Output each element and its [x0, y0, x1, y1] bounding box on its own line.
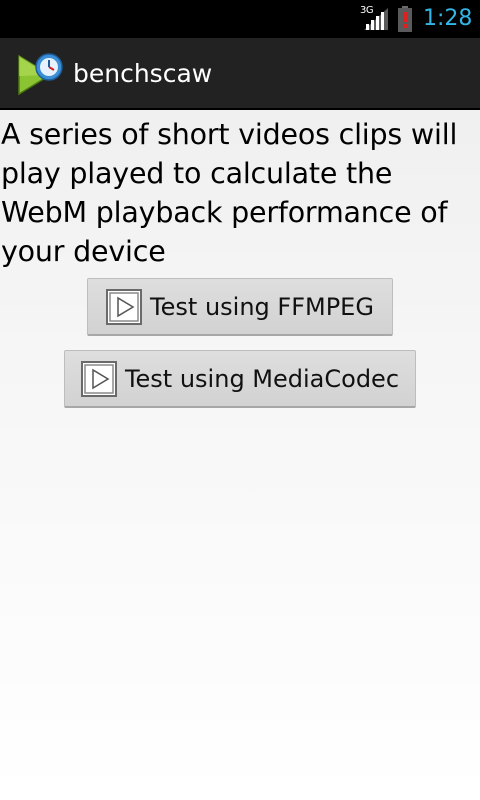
- action-bar: benchscaw: [0, 38, 480, 110]
- play-icon: [106, 288, 143, 325]
- description-text: A series of short videos clips will play…: [1, 118, 458, 268]
- app-title: benchscaw: [73, 59, 213, 88]
- test-ffmpeg-button[interactable]: Test using FFMPEG: [87, 278, 393, 336]
- signal-icon: [364, 8, 388, 30]
- app-play-icon[interactable]: [16, 50, 66, 98]
- play-icon: [80, 360, 117, 397]
- test-mediacodec-button-label: Test using MediaCodec: [124, 364, 400, 393]
- battery-alert-icon: [398, 6, 412, 32]
- test-mediacodec-button[interactable]: Test using MediaCodec: [64, 350, 416, 408]
- test-ffmpeg-button-label: Test using FFMPEG: [150, 292, 374, 321]
- status-time: 1:28: [423, 6, 473, 31]
- status-bar: 3G 1:28: [0, 0, 480, 38]
